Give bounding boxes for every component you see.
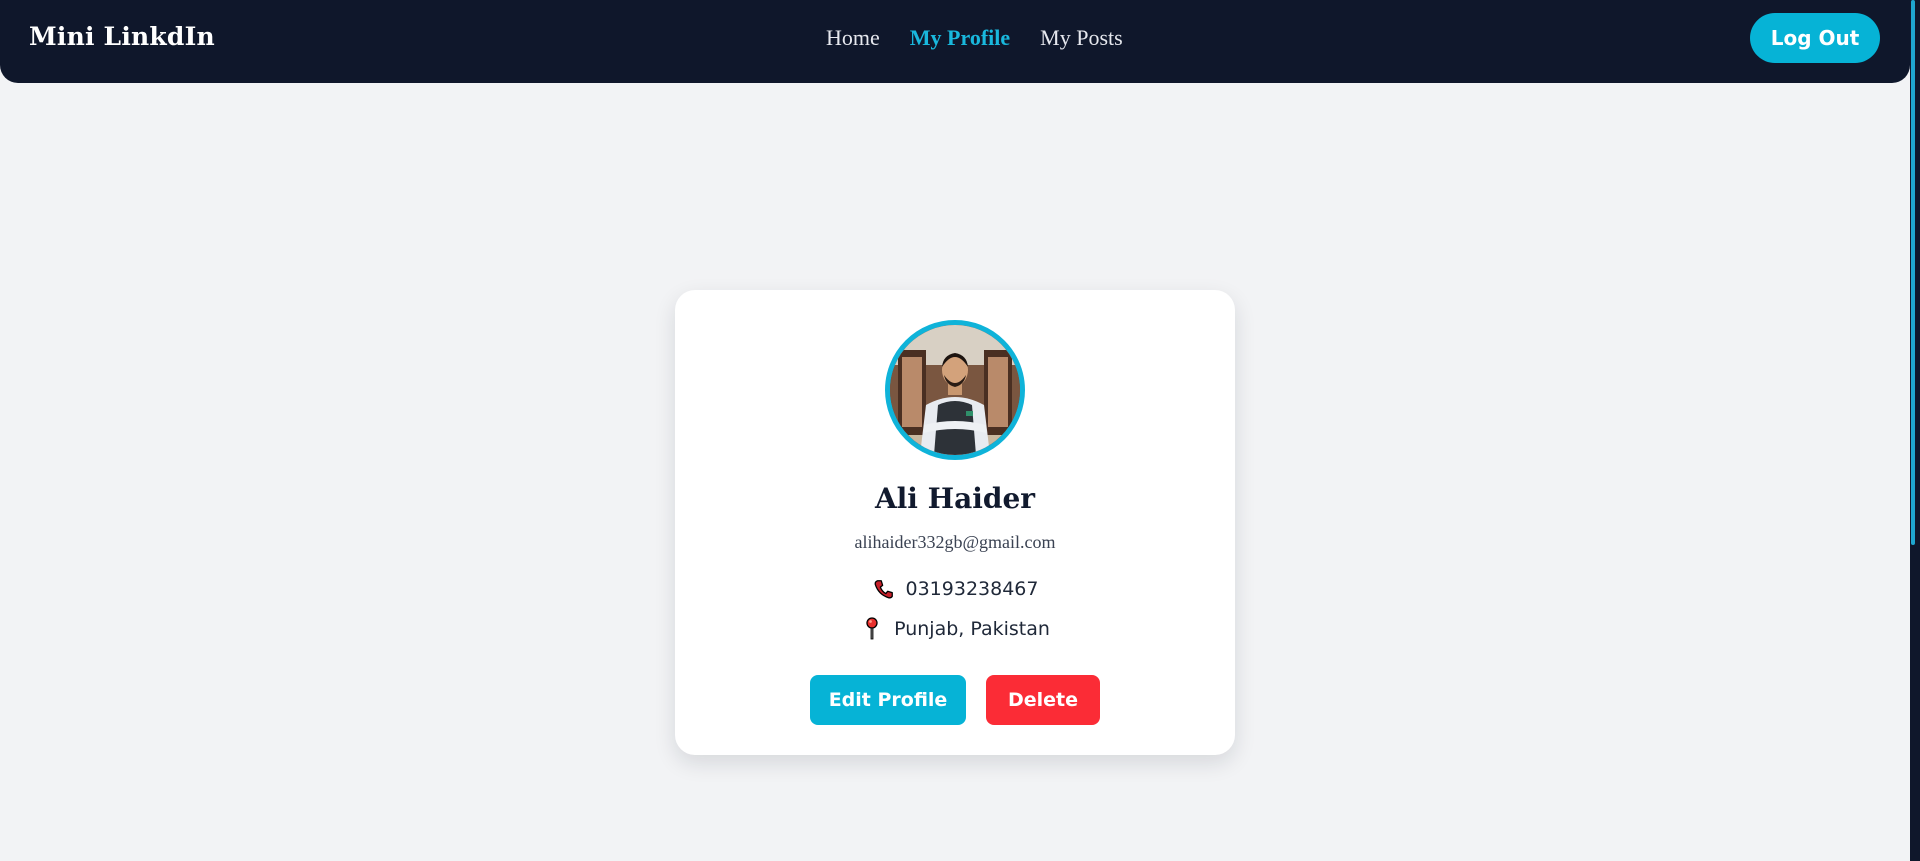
profile-name: Ali Haider (874, 482, 1036, 515)
brand-logo[interactable]: Mini LinkdIn (29, 22, 215, 51)
phone-icon (872, 577, 896, 601)
location-row: Punjab, Pakistan (675, 617, 1235, 641)
top-navbar: Mini LinkdIn Home My Profile My Posts Lo… (0, 0, 1910, 83)
nav-link-home[interactable]: Home (826, 25, 880, 51)
nav-link-my-posts[interactable]: My Posts (1040, 25, 1123, 51)
scrollbar-thumb[interactable] (1911, 0, 1915, 545)
avatar (885, 320, 1025, 460)
avatar-photo (890, 325, 1020, 455)
profile-location: Punjab, Pakistan (894, 618, 1050, 640)
profile-actions: Edit Profile Delete (675, 675, 1235, 725)
profile-email: alihaider332gb@gmail.com (854, 532, 1056, 552)
delete-profile-button[interactable]: Delete (986, 675, 1100, 725)
main-nav: Home My Profile My Posts (826, 25, 1123, 51)
edit-profile-button[interactable]: Edit Profile (810, 675, 966, 725)
logout-button[interactable]: Log Out (1750, 13, 1880, 63)
phone-row: 03193238467 (675, 577, 1235, 601)
profile-card: Ali Haider alihaider332gb@gmail.com 0319… (675, 290, 1235, 755)
map-pin-icon (860, 617, 884, 641)
nav-link-my-profile[interactable]: My Profile (910, 25, 1010, 51)
profile-phone: 03193238467 (905, 578, 1039, 600)
